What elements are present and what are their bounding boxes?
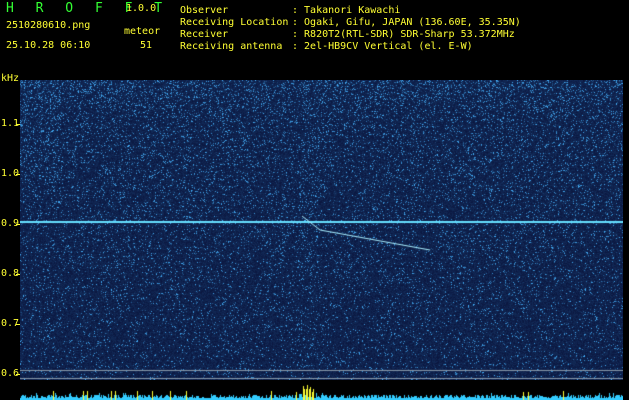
antenna-label: Receiving antenna: [180, 41, 283, 52]
receiver-value: : R820T2(RTL-SDR) SDR-Sharp 53.372MHz: [292, 29, 515, 40]
location-label: Receiving Location: [180, 17, 289, 28]
observer-value: : Takanori Kawachi: [292, 5, 401, 16]
meteor-count: 51: [140, 40, 153, 51]
spectrogram: [20, 80, 623, 380]
spectrogram-canvas: [20, 80, 623, 380]
app-version: 1.0.0: [126, 3, 157, 14]
antenna-value: : 2el-HB9CV Vertical (el. E-W): [292, 41, 473, 52]
meteor-label: meteor: [124, 26, 161, 37]
meteor-echo-bar: [20, 384, 623, 400]
location-value: : Ogaki, Gifu, JAPAN (136.60E, 35.35N): [292, 17, 521, 28]
file-name: 2510280610.png: [6, 20, 91, 31]
file-datetime: 25.10.28 06:10: [6, 40, 91, 51]
observer-label: Observer: [180, 5, 229, 16]
y-axis-unit: kHz: [1, 73, 20, 84]
receiver-label: Receiver: [180, 29, 229, 40]
